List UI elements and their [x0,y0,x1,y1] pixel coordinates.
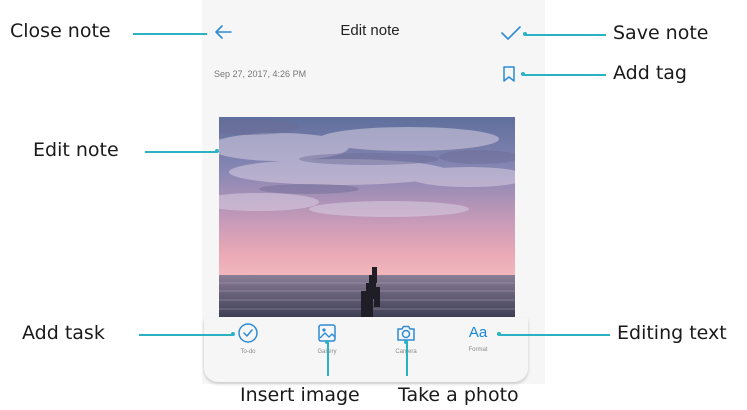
bookmark-icon[interactable] [502,65,516,83]
leader-line [524,74,606,76]
todo-label: To-do [240,349,256,355]
leader-line [526,34,606,36]
format-button[interactable]: Aa Format [448,319,508,379]
callout-editing-text: Editing text [617,322,727,344]
leader-dot [325,340,329,344]
leader-line [145,151,217,153]
callout-add-tag: Add tag [613,62,687,84]
format-label: Format [468,347,488,353]
leader-line [327,342,329,376]
leader-dot [497,332,501,336]
note-image[interactable] [219,117,515,317]
screen-title: Edit note [340,22,400,39]
callout-close-note: Close note [10,20,111,42]
leader-dot [231,332,235,336]
back-arrow-icon[interactable] [211,20,235,44]
leader-line [133,33,207,35]
callout-insert-image: Insert image [240,384,360,406]
leader-dot [523,32,527,36]
leader-dot [215,149,219,153]
checkmark-icon[interactable] [499,22,523,44]
todo-button[interactable]: To-do [218,319,278,379]
callout-take-photo: Take a photo [398,384,519,406]
leader-dot [404,340,408,344]
callout-add-task: Add task [22,322,105,344]
leader-line [500,334,610,336]
note-date: Sep 27, 2017, 4:26 PM [214,69,307,79]
leader-dot [521,72,525,76]
callout-save-note: Save note [613,22,709,44]
leader-line [406,342,408,376]
callout-edit-note: Edit note [33,139,119,161]
format-icon: Aa [468,324,488,341]
check-circle-icon [238,323,258,343]
leader-line [139,334,233,336]
